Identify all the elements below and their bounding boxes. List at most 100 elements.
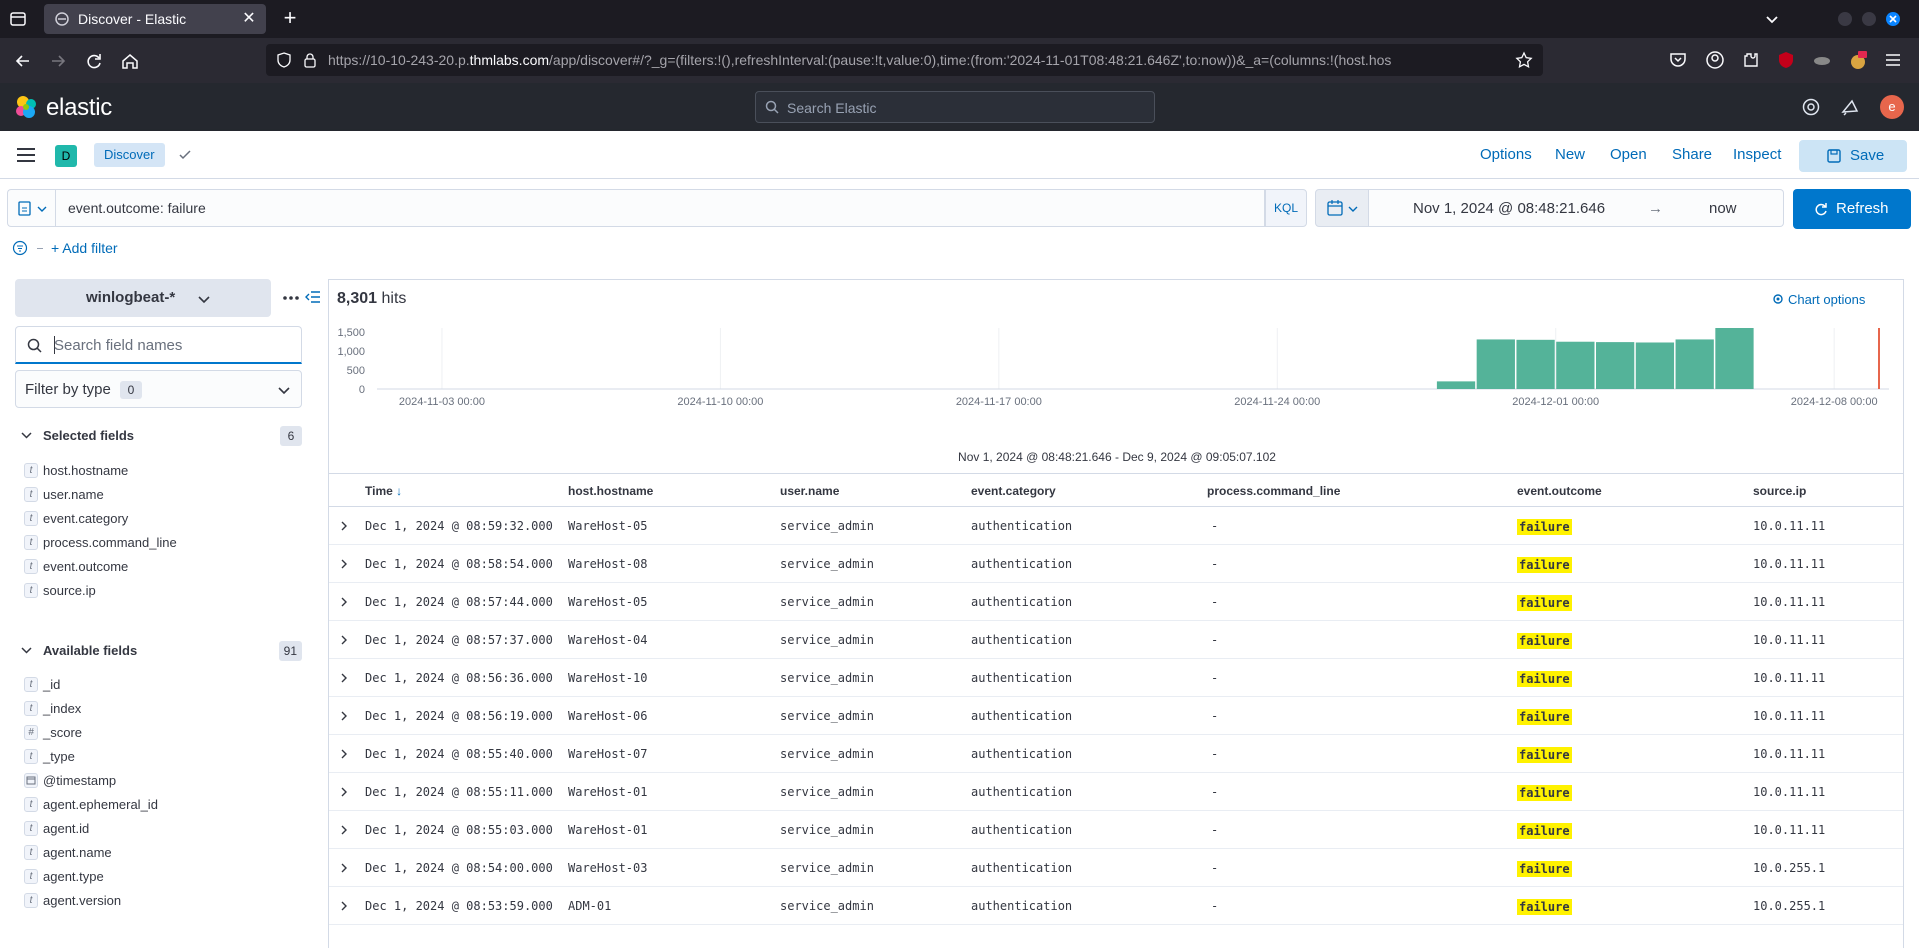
column-header-time[interactable]: Time ↓	[365, 484, 402, 498]
tab-overview-icon[interactable]	[6, 7, 30, 31]
table-row[interactable]: Dec 1, 2024 @ 08:56:36.000 WareHost-10 ser…	[329, 659, 1903, 697]
column-header-host-hostname[interactable]: host.hostname	[568, 484, 653, 498]
sidebar-field-item[interactable]: t host.hostname	[24, 461, 294, 481]
quick-date-picker[interactable]	[1315, 189, 1369, 227]
extensions-icon[interactable]	[1741, 50, 1761, 70]
sidebar-field-item[interactable]: # _score	[24, 723, 294, 743]
global-search-input[interactable]: Search Elastic	[755, 91, 1155, 123]
lock-icon[interactable]	[302, 52, 318, 68]
expand-row-icon[interactable]	[338, 558, 350, 570]
histogram-bar[interactable]	[1715, 328, 1754, 389]
url-bar[interactable]: https://10-10-243-20.p.thmlabs.com/app/d…	[266, 44, 1543, 76]
tracking-protection-icon[interactable]	[276, 52, 292, 68]
open-link[interactable]: Open	[1610, 146, 1647, 163]
column-header-source-ip[interactable]: source.ip	[1753, 484, 1806, 498]
index-pattern-selector[interactable]: winlogbeat-*	[15, 279, 271, 317]
chart-options-link[interactable]: Chart options	[1773, 292, 1865, 307]
sidebar-field-item[interactable]: t event.outcome	[24, 557, 294, 577]
sidebar-field-item[interactable]: t agent.type	[24, 867, 294, 887]
column-header-event-category[interactable]: event.category	[971, 484, 1056, 498]
hamburger-menu-icon[interactable]	[15, 145, 37, 165]
extension-glasses-icon[interactable]	[1812, 50, 1832, 70]
add-filter-link[interactable]: + Add filter	[51, 240, 118, 256]
histogram-bar[interactable]	[1436, 381, 1476, 389]
table-row[interactable]: Dec 1, 2024 @ 08:55:03.000 WareHost-01 ser…	[329, 811, 1903, 849]
sidebar-field-item[interactable]: t agent.name	[24, 843, 294, 863]
inspect-link[interactable]: Inspect	[1733, 146, 1781, 163]
query-input[interactable]: event.outcome: failure	[55, 189, 1265, 227]
sidebar-field-item[interactable]: t user.name	[24, 485, 294, 505]
expand-row-icon[interactable]	[338, 786, 350, 798]
list-all-tabs-icon[interactable]	[1762, 9, 1782, 29]
refresh-button[interactable]: Refresh	[1793, 189, 1911, 229]
close-tab-icon[interactable]: ✕	[240, 10, 258, 28]
expand-row-icon[interactable]	[338, 520, 350, 532]
table-row[interactable]: Dec 1, 2024 @ 08:57:44.000 WareHost-05 ser…	[329, 583, 1903, 621]
url-text[interactable]: https://10-10-243-20.p.thmlabs.com/app/d…	[328, 52, 1508, 68]
more-options-icon[interactable]	[282, 291, 300, 305]
breadcrumb-discover[interactable]: Discover	[94, 143, 165, 167]
sidebar-field-item[interactable]: t agent.id	[24, 819, 294, 839]
saved-query-button[interactable]	[7, 189, 55, 227]
ublock-icon[interactable]	[1776, 50, 1796, 70]
table-row[interactable]: Dec 1, 2024 @ 08:53:59.000 ADM-01 service_…	[329, 887, 1903, 925]
histogram-bar[interactable]	[1596, 342, 1635, 389]
forward-icon[interactable]	[47, 50, 69, 72]
sidebar-field-item[interactable]: t _index	[24, 699, 294, 719]
table-row[interactable]: Dec 1, 2024 @ 08:56:19.000 WareHost-06 ser…	[329, 697, 1903, 735]
query-language-toggle[interactable]: KQL	[1265, 189, 1307, 227]
field-search-input[interactable]: Search field names	[15, 326, 302, 364]
pocket-icon[interactable]	[1668, 50, 1688, 70]
back-icon[interactable]	[12, 50, 34, 72]
news-feed-icon[interactable]	[1840, 97, 1860, 117]
filter-by-type-dropdown[interactable]: Filter by type 0	[15, 370, 302, 408]
sidebar-field-item[interactable]: t process.command_line	[24, 533, 294, 553]
user-avatar[interactable]: e	[1880, 95, 1904, 119]
filter-options-icon[interactable]	[12, 240, 28, 256]
sidebar-field-item[interactable]: t agent.ephemeral_id	[24, 795, 294, 815]
date-end[interactable]: now	[1709, 200, 1737, 217]
close-window-icon[interactable]	[1886, 12, 1900, 26]
elastic-brand[interactable]: elastic	[46, 94, 112, 122]
expand-row-icon[interactable]	[338, 634, 350, 646]
reload-icon[interactable]	[83, 50, 105, 72]
options-link[interactable]: Options	[1480, 146, 1532, 163]
column-header-user-name[interactable]: user.name	[780, 484, 839, 498]
sidebar-field-item[interactable]: t _type	[24, 747, 294, 767]
account-icon[interactable]	[1705, 50, 1725, 70]
sidebar-field-item[interactable]: t agent.version	[24, 891, 294, 911]
app-menu-icon[interactable]	[1883, 50, 1903, 70]
selected-fields-header[interactable]: Selected fields 6	[18, 425, 302, 447]
histogram-bar[interactable]	[1556, 341, 1595, 389]
share-link[interactable]: Share	[1672, 146, 1712, 163]
expand-row-icon[interactable]	[338, 596, 350, 608]
table-row[interactable]: Dec 1, 2024 @ 08:55:11.000 WareHost-01 ser…	[329, 773, 1903, 811]
maximize-window-icon[interactable]	[1862, 12, 1876, 26]
space-avatar[interactable]: D	[55, 145, 77, 167]
new-tab-icon[interactable]: +	[278, 7, 302, 31]
expand-row-icon[interactable]	[338, 862, 350, 874]
date-start[interactable]: Nov 1, 2024 @ 08:48:21.646	[1413, 200, 1605, 217]
bookmark-star-icon[interactable]	[1515, 51, 1533, 69]
histogram-bar[interactable]	[1635, 342, 1675, 389]
new-link[interactable]: New	[1555, 146, 1585, 163]
table-row[interactable]: Dec 1, 2024 @ 08:57:37.000 WareHost-04 ser…	[329, 621, 1903, 659]
save-button[interactable]: Save	[1799, 140, 1907, 172]
elastic-logo-icon[interactable]	[14, 95, 38, 119]
column-header-process-command-line[interactable]: process.command_line	[1207, 484, 1340, 498]
table-row[interactable]: Dec 1, 2024 @ 08:55:40.000 WareHost-07 ser…	[329, 735, 1903, 773]
extension-badge-icon[interactable]	[1848, 50, 1868, 70]
available-fields-header[interactable]: Available fields 91	[18, 640, 302, 662]
sidebar-field-item[interactable]: @timestamp	[24, 771, 294, 791]
expand-row-icon[interactable]	[338, 672, 350, 684]
help-icon[interactable]	[1801, 97, 1821, 117]
histogram-bar[interactable]	[1476, 339, 1515, 389]
sidebar-field-item[interactable]: t _id	[24, 675, 294, 695]
table-row[interactable]: Dec 1, 2024 @ 08:58:54.000 WareHost-08 ser…	[329, 545, 1903, 583]
browser-tab-discover[interactable]: Discover - Elastic ✕	[44, 4, 266, 34]
histogram-chart[interactable]: 1,500 1,000 500 0 2024-11-03 00:00 2024-11-10…	[329, 320, 1905, 432]
collapse-sidebar-icon[interactable]	[305, 289, 321, 305]
expand-row-icon[interactable]	[338, 710, 350, 722]
home-icon[interactable]	[119, 50, 141, 72]
sidebar-field-item[interactable]: t event.category	[24, 509, 294, 529]
